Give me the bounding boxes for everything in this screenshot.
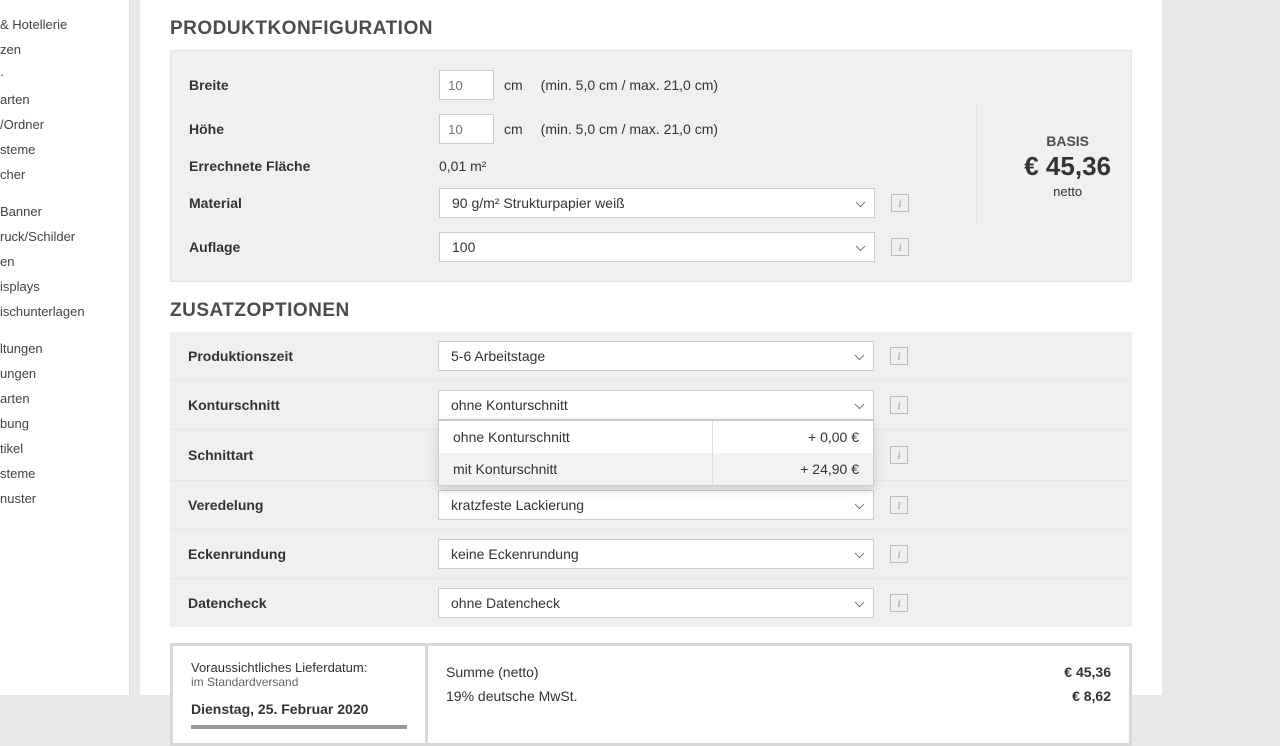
label-height: Höhe — [189, 121, 439, 137]
sidebar-item[interactable]: /Ordner — [0, 112, 129, 137]
label-datacheck: Datencheck — [188, 595, 438, 611]
section-title-options: ZUSATZOPTIONEN — [170, 300, 1132, 322]
delivery-date: Dienstag, 25. Februar 2020 — [191, 701, 407, 729]
sidebar-item[interactable]: arten — [0, 87, 129, 112]
sidebar: & Hotelleriezen·arten/OrdnerstemecherBan… — [0, 0, 130, 695]
dropdown-option[interactable]: ohne Konturschnitt + 0,00 € — [439, 421, 873, 453]
range-height: (min. 5,0 cm / max. 21,0 cm) — [541, 121, 718, 137]
label-area: Errechnete Fläche — [189, 158, 439, 174]
label-prodtime: Produktionszeit — [188, 348, 438, 364]
price-amount: € 45,36 — [1024, 151, 1111, 182]
range-width: (min. 5,0 cm / max. 21,0 cm) — [541, 77, 718, 93]
select-prodtime[interactable]: 5-6 Arbeitstage — [438, 341, 874, 371]
info-icon[interactable]: i — [890, 496, 908, 514]
unit-width: cm — [504, 77, 523, 93]
sidebar-item[interactable]: tikel — [0, 436, 129, 461]
input-height[interactable] — [439, 114, 494, 144]
sidebar-item[interactable]: steme — [0, 461, 129, 486]
label-quantity: Auflage — [189, 239, 439, 255]
label-finish: Veredelung — [188, 497, 438, 513]
sidebar-item[interactable]: arten — [0, 386, 129, 411]
select-contour[interactable]: ohne Konturschnitt — [438, 390, 874, 420]
sidebar-item[interactable]: ischunterlagen — [0, 299, 129, 324]
label-contour: Konturschnitt — [188, 397, 438, 413]
value-area: 0,01 m² — [439, 158, 486, 174]
sidebar-item[interactable]: cher — [0, 162, 129, 187]
sum-netto-value: € 45,36 — [1064, 664, 1111, 680]
sidebar-item[interactable]: nuster — [0, 486, 129, 511]
dropdown-option[interactable]: mit Konturschnitt + 24,90 € — [439, 453, 873, 485]
sidebar-item[interactable]: & Hotellerie — [0, 12, 129, 37]
info-icon[interactable]: i — [891, 194, 909, 212]
label-cuttype: Schnittart — [188, 447, 438, 463]
delivery-label: Voraussichtliches Lieferdatum: — [191, 660, 407, 675]
info-icon[interactable]: i — [890, 545, 908, 563]
unit-height: cm — [504, 121, 523, 137]
sidebar-item[interactable]: ltungen — [0, 336, 129, 361]
select-material[interactable]: 90 g/m² Strukturpapier weiß — [439, 188, 875, 218]
label-material: Material — [189, 195, 439, 211]
price-label: BASIS — [1024, 133, 1111, 149]
price-sub: netto — [1024, 184, 1111, 199]
info-icon[interactable]: i — [891, 238, 909, 256]
info-icon[interactable]: i — [890, 396, 908, 414]
sidebar-item[interactable]: steme — [0, 137, 129, 162]
sidebar-item[interactable]: isplays — [0, 274, 129, 299]
sidebar-item[interactable]: zen — [0, 37, 129, 62]
section-title-config: PRODUKTKONFIGURATION — [170, 18, 1132, 40]
main-content: PRODUKTKONFIGURATION Breite cm (min. 5,0… — [140, 0, 1162, 695]
label-width: Breite — [189, 77, 439, 93]
select-finish[interactable]: kratzfeste Lackierung — [438, 490, 874, 520]
price-badge: BASIS € 45,36 netto — [1024, 133, 1111, 199]
info-icon[interactable]: i — [890, 594, 908, 612]
sidebar-item[interactable]: en — [0, 249, 129, 274]
info-icon[interactable]: i — [890, 446, 908, 464]
config-block: Breite cm (min. 5,0 cm / max. 21,0 cm) H… — [170, 50, 1132, 282]
sidebar-item[interactable]: Banner — [0, 199, 129, 224]
select-quantity[interactable]: 100 — [439, 232, 875, 262]
sum-mwst-value: € 8,62 — [1072, 688, 1111, 704]
sum-netto-label: Summe (netto) — [446, 664, 539, 680]
sidebar-item[interactable]: · — [0, 62, 129, 87]
info-icon[interactable]: i — [890, 347, 908, 365]
options-block: Produktionszeit 5-6 Arbeitstage i Kontur… — [170, 332, 1132, 627]
sum-mwst-label: 19% deutsche MwSt. — [446, 688, 578, 704]
select-datacheck[interactable]: ohne Datencheck — [438, 588, 874, 618]
sidebar-item[interactable]: ruck/Schilder — [0, 224, 129, 249]
input-width[interactable] — [439, 70, 494, 100]
dropdown-contour: ohne Konturschnitt + 0,00 € mit Kontursc… — [438, 420, 874, 486]
sidebar-item[interactable]: ungen — [0, 361, 129, 386]
select-corner[interactable]: keine Eckenrundung — [438, 539, 874, 569]
sidebar-item[interactable]: bung — [0, 411, 129, 436]
label-corner: Eckenrundung — [188, 546, 438, 562]
delivery-sub: im Standardversand — [191, 675, 407, 689]
